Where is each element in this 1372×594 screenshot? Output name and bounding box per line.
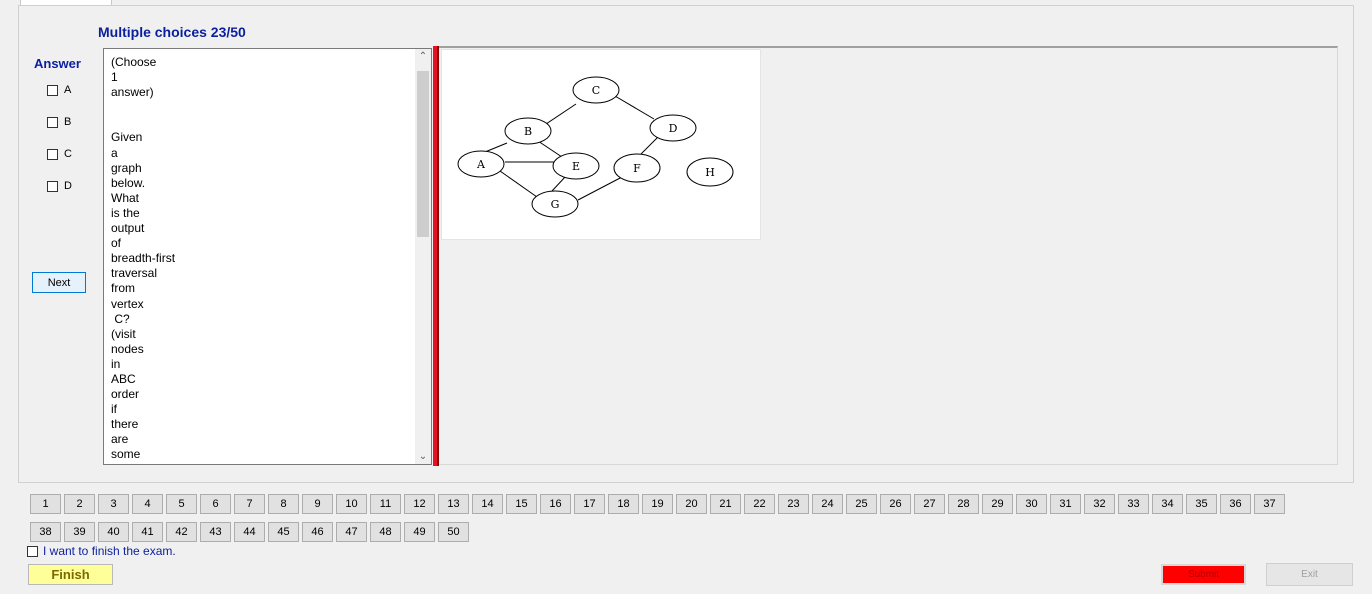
option-a-label: A [64, 84, 72, 96]
submit-button[interactable]: Submit [1161, 564, 1246, 585]
finish-confirm-checkbox[interactable] [27, 545, 38, 557]
question-nav-button[interactable]: 31 [1050, 494, 1081, 514]
finish-button[interactable]: Finish [28, 564, 113, 585]
option-b[interactable]: B [47, 116, 71, 128]
node-label-c: C [592, 84, 600, 97]
question-nav-button[interactable]: 35 [1186, 494, 1217, 514]
question-nav-button[interactable]: 37 [1254, 494, 1285, 514]
option-b-checkbox[interactable] [47, 116, 58, 128]
node-label-a: A [476, 158, 486, 171]
question-nav-button[interactable]: 5 [166, 494, 197, 514]
node-label-b: B [524, 125, 532, 138]
question-nav-button[interactable]: 14 [472, 494, 503, 514]
finish-confirm-label: I want to finish the exam. [43, 544, 176, 558]
question-nav-button[interactable]: 39 [64, 522, 95, 542]
question-nav-button[interactable]: 49 [404, 522, 435, 542]
next-button[interactable]: Next [32, 272, 86, 293]
question-nav-button[interactable]: 45 [268, 522, 299, 542]
question-nav-button[interactable]: 9 [302, 494, 333, 514]
node-label-h: H [705, 166, 715, 179]
question-nav-button[interactable]: 16 [540, 494, 571, 514]
question-nav-button[interactable]: 46 [302, 522, 333, 542]
question-nav-button[interactable]: 23 [778, 494, 809, 514]
question-nav-button[interactable]: 13 [438, 494, 469, 514]
question-nav-button[interactable]: 4 [132, 494, 163, 514]
question-nav-button[interactable]: 44 [234, 522, 265, 542]
question-nav-button[interactable]: 41 [132, 522, 163, 542]
question-nav-button[interactable]: 36 [1220, 494, 1251, 514]
question-nav-button[interactable]: 43 [200, 522, 231, 542]
question-nav-button[interactable]: 19 [642, 494, 673, 514]
question-nav-button[interactable]: 29 [982, 494, 1013, 514]
question-nav-button[interactable]: 6 [200, 494, 231, 514]
exit-button[interactable]: Exit [1266, 563, 1353, 586]
question-nav-button[interactable]: 50 [438, 522, 469, 542]
page-title: Multiple choices 23/50 [98, 24, 246, 40]
question-nav-button[interactable]: 11 [370, 494, 401, 514]
question-nav-button[interactable]: 2 [64, 494, 95, 514]
question-nav-button[interactable]: 20 [676, 494, 707, 514]
question-nav-button[interactable]: 10 [336, 494, 367, 514]
option-d-checkbox[interactable] [47, 180, 58, 192]
question-scrollbar[interactable]: ⌃ ⌄ [415, 49, 431, 464]
question-nav-button[interactable]: 1 [30, 494, 61, 514]
question-nav-button[interactable]: 26 [880, 494, 911, 514]
option-c-checkbox[interactable] [47, 148, 58, 160]
question-nav-button[interactable]: 7 [234, 494, 265, 514]
scroll-up-icon[interactable]: ⌃ [415, 51, 431, 62]
question-nav-button[interactable]: 47 [336, 522, 367, 542]
question-nav-button[interactable]: 17 [574, 494, 605, 514]
node-label-f: F [633, 162, 641, 175]
question-nav-button[interactable]: 42 [166, 522, 197, 542]
question-nav-button[interactable]: 27 [914, 494, 945, 514]
question-nav-button[interactable]: 25 [846, 494, 877, 514]
option-c[interactable]: C [47, 148, 72, 160]
question-nav-button[interactable]: 8 [268, 494, 299, 514]
scroll-down-icon[interactable]: ⌄ [415, 451, 431, 462]
scroll-thumb[interactable] [417, 71, 429, 237]
finish-confirm[interactable]: I want to finish the exam. [27, 544, 176, 558]
question-text: (Choose 1 answer) Given a graph below. W… [111, 55, 176, 462]
question-nav-button[interactable]: 22 [744, 494, 775, 514]
graph-image: C B D A E F H G [441, 49, 761, 240]
node-label-g: G [551, 198, 560, 211]
option-c-label: C [64, 148, 72, 160]
option-d[interactable]: D [47, 180, 72, 192]
question-nav-button[interactable]: 28 [948, 494, 979, 514]
graph-diagram: C B D A E F H G [457, 76, 734, 218]
option-d-label: D [64, 180, 72, 192]
question-nav-button[interactable]: 24 [812, 494, 843, 514]
node-label-d: D [669, 122, 678, 135]
option-a-checkbox[interactable] [47, 84, 58, 96]
question-nav-button[interactable]: 34 [1152, 494, 1183, 514]
question-nav-button[interactable]: 38 [30, 522, 61, 542]
option-a[interactable]: A [47, 84, 71, 96]
question-nav-button[interactable]: 12 [404, 494, 435, 514]
question-nav-button[interactable]: 3 [98, 494, 129, 514]
question-nav-button[interactable]: 21 [710, 494, 741, 514]
question-nav-button[interactable]: 33 [1118, 494, 1149, 514]
option-b-label: B [64, 116, 72, 128]
node-label-e: E [572, 160, 580, 173]
question-nav-button[interactable]: 18 [608, 494, 639, 514]
question-nav-button[interactable]: 32 [1084, 494, 1115, 514]
question-nav-button[interactable]: 40 [98, 522, 129, 542]
question-nav-button[interactable]: 48 [370, 522, 401, 542]
question-textbox[interactable]: (Choose 1 answer) Given a graph below. W… [103, 48, 432, 465]
question-nav-button[interactable]: 15 [506, 494, 537, 514]
answer-label: Answer [34, 56, 81, 71]
question-nav-button[interactable]: 30 [1016, 494, 1047, 514]
